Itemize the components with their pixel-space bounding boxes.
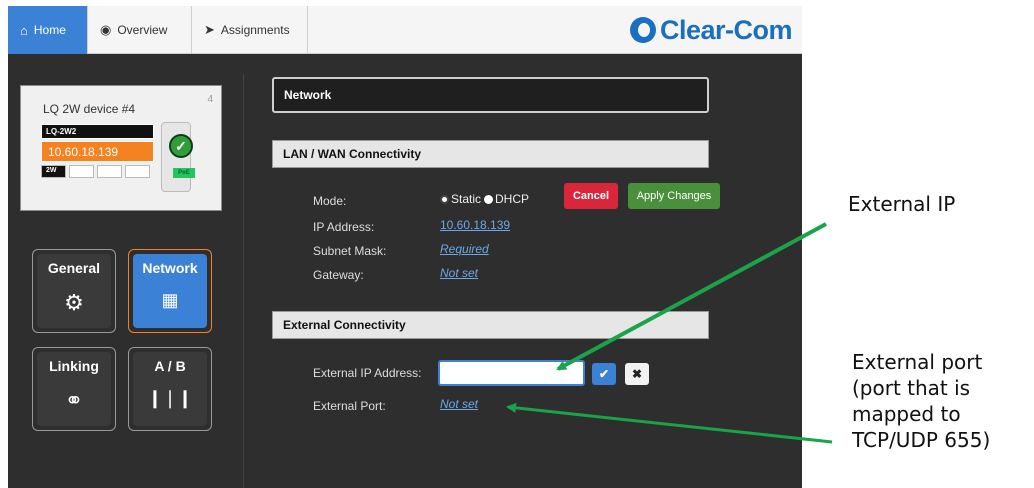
callout-line: External port bbox=[852, 350, 983, 374]
callout-external-port: External port (port that is mapped to TC… bbox=[852, 349, 990, 453]
callout-line: TCP/UDP 655) bbox=[852, 428, 991, 452]
callout-external-ip: External IP bbox=[848, 192, 956, 216]
callout-line: mapped to bbox=[852, 402, 961, 426]
external-port-arrow bbox=[506, 402, 833, 444]
external-ip-arrow bbox=[556, 222, 827, 371]
callout-line: (port that is bbox=[852, 376, 971, 400]
